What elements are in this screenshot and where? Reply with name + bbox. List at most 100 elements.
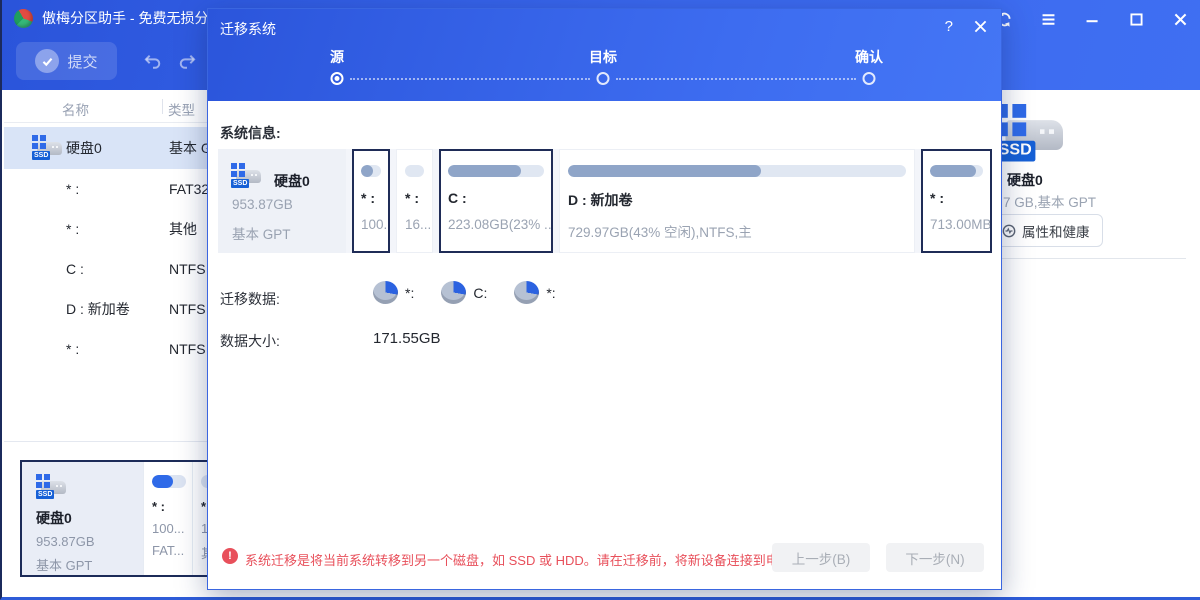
partition-size: 100... (361, 217, 381, 232)
migrate-data-label: 迁移数据: (220, 289, 280, 309)
step-inactive-dot[interactable] (863, 72, 876, 85)
ssd-disk-icon: SSD (231, 163, 263, 190)
row-name: * : (66, 221, 79, 237)
ssd-disk-icon-large: SSD (994, 104, 1068, 166)
disk-layout: 基本 GPT (232, 223, 291, 243)
system-disk-strip: SSD 硬盘0 953.87GB 基本 GPT * : 100... * : 16..… (218, 149, 992, 253)
usage-bar-fill (361, 165, 373, 177)
row-name: D : 新加卷 (66, 299, 130, 319)
partition-label: * : (361, 190, 381, 206)
app-logo-icon (14, 9, 33, 28)
partition-size: 713.00MB(... (930, 217, 983, 232)
step-label: 源 (330, 47, 344, 67)
usage-bar (405, 165, 424, 177)
disk-name: 硬盘0 (274, 171, 310, 191)
migrate-data-item: *: (514, 281, 555, 304)
step-label: 确认 (855, 47, 883, 67)
migrate-system-dialog: 迁移系统 ? 源目标确认 系统信息: SSD 硬盘0 953.87GB 基本 G… (207, 8, 1002, 590)
properties-health-button[interactable]: 属性和健康 (989, 214, 1103, 247)
row-type: NTFS (169, 261, 206, 277)
usage-bar-fill (568, 165, 761, 177)
partition-label: * : (405, 190, 424, 206)
usage-bar (568, 165, 906, 177)
partition-label: D : 新加卷 (568, 190, 906, 210)
warning-text: 系统迁移是将当前系统转移到另一个磁盘，如 SSD 或 HDD。请在迁移前，将新设… (245, 550, 805, 569)
column-separator (162, 99, 163, 114)
partition-block[interactable]: * : 16.... (396, 149, 433, 253)
partition-label: * : (152, 499, 186, 514)
redo-icon[interactable] (177, 51, 197, 71)
row-name: C : (66, 261, 84, 277)
dialog-header: 迁移系统 ? 源目标确认 (208, 9, 1001, 101)
dialog-title: 迁移系统 (220, 19, 276, 39)
health-icon (1002, 224, 1016, 238)
ssd-disk-icon: SSD (32, 135, 64, 162)
row-name: 硬盘0 (66, 138, 102, 158)
next-step-button[interactable]: 下一步(N) (886, 543, 984, 572)
partition-size: 223.08GB(23% ... (448, 217, 544, 232)
disk-info-text: 7 GB,基本 GPT (1003, 191, 1096, 211)
properties-health-label: 属性和健康 (1022, 221, 1090, 241)
dialog-body: 系统信息: SSD 硬盘0 953.87GB 基本 GPT * :100...*… (208, 101, 1001, 589)
usage-bar-fill (930, 165, 976, 177)
partition-fs: FAT... (152, 543, 186, 558)
disk-size: 953.87GB (232, 197, 293, 212)
help-icon[interactable]: ? (945, 18, 953, 35)
partition-block[interactable]: * : 713.00MB(... (921, 149, 992, 253)
undo-icon[interactable] (143, 51, 163, 71)
data-size-label: 数据大小: (220, 331, 280, 351)
column-header-name[interactable]: 名称 (62, 99, 89, 119)
partition-block[interactable]: D : 新加卷 729.97GB(43% 空闲),NTFS,主 (559, 149, 915, 253)
dialog-close-icon[interactable] (974, 20, 987, 38)
row-name: * : (66, 341, 79, 357)
disk-info: SSD 硬盘0 953.87GB 基本 GPT (218, 149, 346, 253)
partition-size: 729.97GB(43% 空闲),NTFS,主 (568, 221, 906, 241)
disk-overview-panel: SSD 硬盘0 7 GB,基本 GPT 属性和健康 (1002, 90, 1200, 597)
disk-info[interactable]: SSD 硬盘0 953.87GB 基本 GPT (22, 462, 143, 575)
maximize-icon[interactable] (1126, 9, 1146, 29)
partition-label: * : (930, 190, 983, 206)
submit-label: 提交 (67, 51, 97, 72)
usage-bar (361, 165, 381, 177)
usage-bar (930, 165, 983, 177)
usage-bar (448, 165, 544, 177)
partition-block[interactable]: C : 223.08GB(23% ... (439, 149, 553, 253)
row-type: NTFS (169, 301, 206, 317)
row-type: NTFS (169, 341, 206, 357)
row-name: * : (66, 181, 79, 197)
ssd-disk-icon: SSD (36, 474, 68, 501)
submit-button[interactable]: 提交 (16, 42, 117, 80)
partition-block[interactable]: * :100...FAT... (143, 462, 192, 575)
usage-bar (152, 475, 186, 488)
pie-chart-icon (373, 281, 398, 304)
partition-size: 16.... (405, 217, 424, 232)
migrate-item-label: C: (473, 285, 487, 301)
disk-layout: 基本 GPT (36, 555, 143, 574)
system-info-label: 系统信息: (220, 123, 281, 143)
row-type: FAT32 (169, 181, 209, 197)
titlebar: 傲梅分区助手 - 免费无损分区软 (14, 8, 236, 28)
migrate-item-label: *: (405, 285, 414, 301)
menu-icon[interactable] (1038, 9, 1058, 29)
check-icon (35, 49, 59, 73)
right-divider (1002, 258, 1186, 259)
disk-name: 硬盘0 (1007, 170, 1043, 190)
migrate-data-item: C: (441, 281, 487, 304)
partition-block[interactable]: * : 100... (352, 149, 390, 253)
partition-label: C : (448, 190, 544, 206)
disk-name: 硬盘0 (36, 508, 143, 528)
row-type: 其他 (169, 219, 197, 239)
usage-bar-fill (448, 165, 521, 177)
pie-chart-icon (514, 281, 539, 304)
minimize-icon[interactable] (1082, 9, 1102, 29)
column-header-type[interactable]: 类型 (168, 99, 195, 119)
migrate-item-label: *: (546, 285, 555, 301)
step-connector (616, 78, 856, 80)
close-icon[interactable] (1170, 9, 1190, 29)
disk-size: 953.87GB (36, 534, 143, 549)
step-inactive-dot[interactable] (597, 72, 610, 85)
migrate-data-item: *: (373, 281, 414, 304)
step-active-dot[interactable] (331, 72, 344, 85)
toolbar: 提交 (16, 42, 197, 80)
previous-step-button[interactable]: 上一步(B) (772, 543, 870, 572)
